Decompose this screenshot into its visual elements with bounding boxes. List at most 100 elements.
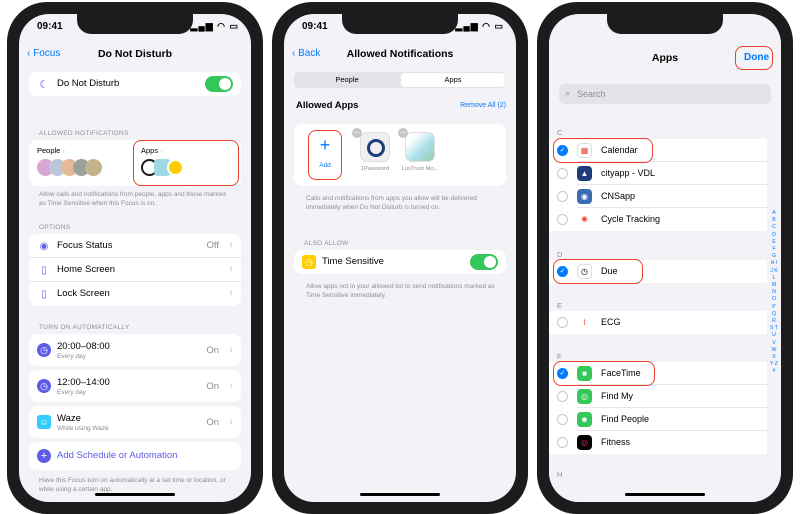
schedule-row[interactable]: ◷ 12:00–14:00 Every day On › bbox=[29, 370, 241, 402]
nav-bar: ‹ Back Allowed Notifications bbox=[284, 42, 516, 68]
clock-icon: ◷ bbox=[37, 343, 51, 357]
app-name: Fitness bbox=[601, 437, 631, 447]
chevron-right-icon: › bbox=[62, 146, 65, 155]
nav-bar: ‹ Focus Do Not Disturb bbox=[19, 42, 251, 68]
add-schedule-label: Add Schedule or Automation bbox=[57, 450, 178, 461]
dnd-toggle[interactable] bbox=[205, 76, 233, 92]
checkbox-empty bbox=[557, 437, 568, 448]
checkbox-empty bbox=[557, 191, 568, 202]
chevron-right-icon: › bbox=[229, 380, 233, 392]
status-time: 09:41 bbox=[37, 21, 63, 32]
auto-footer: Have this Focus turn on automatically at… bbox=[39, 477, 226, 493]
option-home-screen[interactable]: ▯ Home Screen › bbox=[29, 258, 241, 282]
schedule-value: On bbox=[206, 345, 219, 356]
tab-apps[interactable]: Apps bbox=[401, 73, 505, 87]
onepassword-ring bbox=[367, 139, 385, 157]
dnd-group: ☾ Do Not Disturb bbox=[29, 72, 241, 96]
time-sensitive-icon: ◷ bbox=[302, 255, 316, 269]
chevron-right-icon: › bbox=[229, 239, 233, 251]
home-indicator bbox=[625, 493, 705, 496]
checkbox-empty bbox=[557, 214, 568, 225]
ecg-icon: ⌇ bbox=[577, 315, 592, 330]
allowed-footer: Allow calls and notifications from peopl… bbox=[39, 191, 226, 207]
highlight-box bbox=[308, 130, 342, 180]
status-time: 09:41 bbox=[302, 21, 328, 32]
section-letter: E bbox=[557, 301, 563, 310]
schedule-value: On bbox=[206, 417, 219, 428]
remove-icon[interactable]: − bbox=[398, 128, 408, 138]
highlight-box bbox=[735, 46, 773, 70]
people-tile[interactable]: People › bbox=[37, 146, 107, 179]
clock-icon: ◷ bbox=[37, 379, 51, 393]
people-avatars bbox=[37, 159, 107, 179]
fitness-icon: ◎ bbox=[577, 435, 592, 450]
status-icons: ▂▄▆ ◠ ▭ bbox=[190, 21, 239, 31]
time-sensitive-toggle[interactable] bbox=[470, 254, 498, 270]
app-name: Cycle Tracking bbox=[601, 214, 661, 224]
phone-focus-settings: 09:41 ▂▄▆ ◠ ▭ ‹ Focus Do Not Disturb ☾ D… bbox=[7, 2, 263, 514]
chevron-right-icon: › bbox=[229, 344, 233, 356]
option-focus-status[interactable]: ◉ Focus Status Off › bbox=[29, 234, 241, 258]
option-value: Off bbox=[206, 240, 220, 251]
luxtrust-icon bbox=[405, 132, 435, 162]
app-row[interactable]: ⌇ ECG bbox=[549, 311, 767, 334]
app-name: Find My bbox=[601, 391, 634, 401]
section-letter: D bbox=[557, 250, 563, 259]
allowed-header: ALLOWED NOTIFICATIONS bbox=[39, 130, 129, 137]
chevron-right-icon: › bbox=[229, 287, 233, 299]
cityapp-icon: ▲ bbox=[577, 166, 592, 181]
waze-icon: ☺ bbox=[37, 415, 51, 429]
page-title: Do Not Disturb bbox=[97, 48, 173, 60]
phone-icon: ▯ bbox=[41, 264, 47, 276]
auto-header: TURN ON AUTOMATICALLY bbox=[39, 324, 130, 331]
app-tile[interactable]: − 1Password bbox=[352, 128, 394, 172]
phone-icon: ▯ bbox=[41, 288, 47, 300]
search-icon: ⌕ bbox=[565, 88, 571, 98]
onepassword-icon bbox=[360, 132, 390, 162]
screenshot: 09:41 ▂▄▆ ◠ ▭ ‹ Focus Do Not Disturb ☾ D… bbox=[0, 0, 800, 514]
app-row[interactable]: ◎ Find My bbox=[549, 385, 767, 408]
app-name: ECG bbox=[601, 317, 621, 327]
schedule-row[interactable]: ☺ Waze While using Waze On › bbox=[29, 406, 241, 438]
segmented-control: People Apps bbox=[294, 72, 506, 88]
app-row[interactable]: ◎ Fitness bbox=[549, 431, 767, 454]
chevron-right-icon: › bbox=[229, 416, 233, 428]
search-field[interactable]: ⌕ Search bbox=[559, 84, 771, 104]
schedule-sub: Every day bbox=[57, 389, 86, 396]
option-label: Lock Screen bbox=[57, 288, 110, 299]
checkbox-empty bbox=[557, 414, 568, 425]
home-indicator bbox=[95, 493, 175, 496]
highlight-box bbox=[553, 259, 643, 284]
checkbox-empty bbox=[557, 391, 568, 402]
plus-icon: + bbox=[37, 449, 51, 463]
schedule-row[interactable]: ◷ 20:00–08:00 Every day On › bbox=[29, 334, 241, 366]
phone-allowed-notifications: 09:41 ▂▄▆ ◠ ▭ ‹ Back Allowed Notificatio… bbox=[272, 2, 528, 514]
remove-icon[interactable]: − bbox=[352, 128, 362, 138]
alphabet-index[interactable]: A B C D E F G H I J K L M N O P Q R S T … bbox=[770, 210, 778, 376]
cnsapp-icon: ◉ bbox=[577, 189, 592, 204]
checkbox-empty bbox=[557, 317, 568, 328]
moon-icon: ☾ bbox=[39, 78, 49, 91]
app-tile[interactable]: − LuxTrust Mo... bbox=[398, 128, 442, 172]
cycle-tracking-icon: ✺ bbox=[577, 212, 592, 227]
notch bbox=[342, 14, 458, 34]
highlight-box bbox=[553, 138, 653, 163]
schedule-label: Waze bbox=[57, 413, 81, 424]
schedule-value: On bbox=[206, 381, 219, 392]
time-sensitive-row[interactable]: ◷ Time Sensitive bbox=[294, 250, 506, 274]
tab-people[interactable]: People bbox=[295, 73, 399, 87]
app-row[interactable]: ◉ CNSapp bbox=[549, 185, 767, 208]
notch bbox=[77, 14, 193, 34]
add-schedule-button[interactable]: + Add Schedule or Automation bbox=[29, 442, 241, 470]
option-label: Focus Status bbox=[57, 240, 113, 251]
dnd-row[interactable]: ☾ Do Not Disturb bbox=[29, 72, 241, 96]
section-letter: H bbox=[557, 470, 563, 479]
app-row[interactable]: ▲ cityapp - VDL bbox=[549, 162, 767, 185]
time-sensitive-footer: Allow apps not in your allowed list to s… bbox=[306, 283, 495, 299]
app-row[interactable]: ☻ Find People bbox=[549, 408, 767, 431]
schedule-group-1: ◷ 20:00–08:00 Every day On › bbox=[29, 334, 241, 366]
remove-all-button[interactable]: Remove All (2) bbox=[460, 102, 506, 109]
app-row[interactable]: ✺ Cycle Tracking bbox=[549, 208, 767, 231]
app-label: 1Password bbox=[360, 166, 390, 172]
option-lock-screen[interactable]: ▯ Lock Screen › bbox=[29, 282, 241, 306]
